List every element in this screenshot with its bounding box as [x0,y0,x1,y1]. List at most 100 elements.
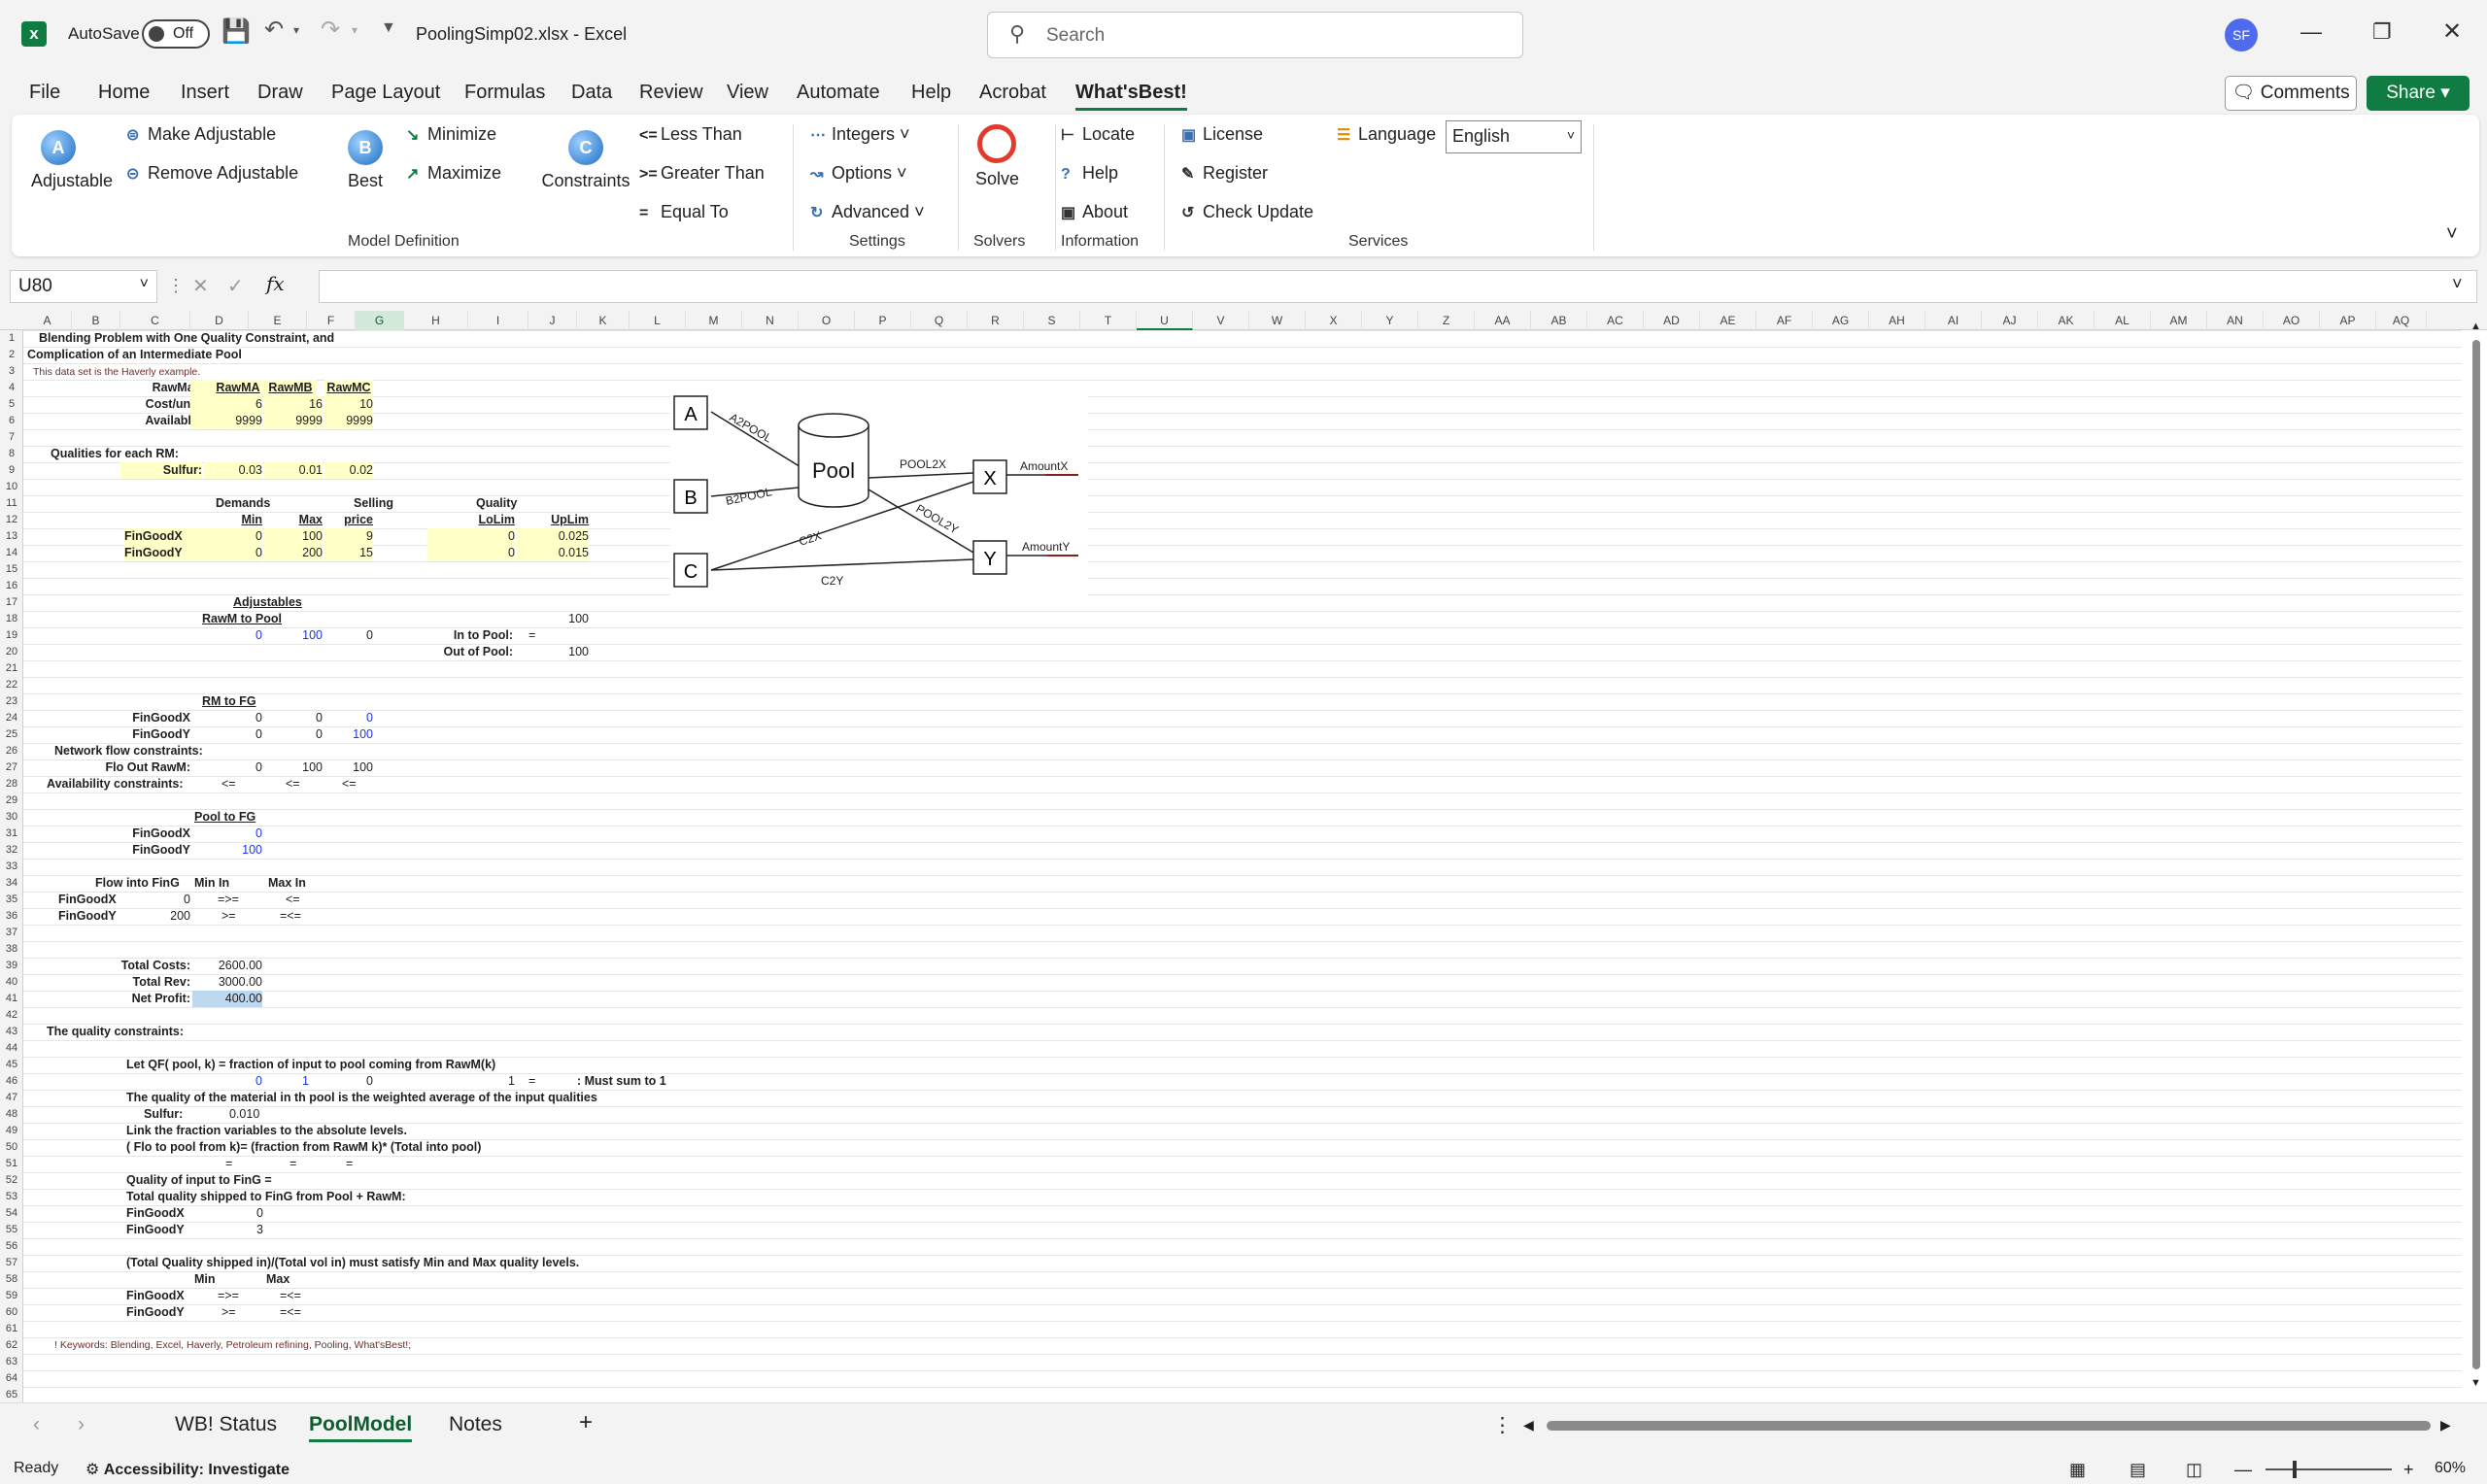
advanced-dropdown[interactable]: ↻ Advanced ˅ [810,202,925,222]
cell-rm-to-fg[interactable]: RM to FG [202,693,256,710]
comments-button[interactable]: 🗨 Comments [2225,76,2357,111]
row-header[interactable]: 19 [0,627,23,644]
row-header[interactable]: 62 [0,1337,23,1354]
cell-max58[interactable]: Max [266,1271,290,1288]
cell-eq-c[interactable]: = [346,1156,353,1172]
row-header[interactable]: 15 [0,561,23,578]
pooling-diagram[interactable]: A B C X Y Pool A2POOL B2POOL POOL2X POOL… [670,392,1088,606]
column-header[interactable]: AF [1756,311,1813,330]
cell-network[interactable]: Network flow constraints: [54,743,203,759]
column-header[interactable]: AB [1531,311,1587,330]
cell-total-rev[interactable]: Total Rev: [82,974,191,991]
column-header[interactable]: AG [1813,311,1869,330]
column-header[interactable]: AM [2151,311,2207,330]
cell-ry-c[interactable]: 100 [324,726,373,743]
cell-selling[interactable]: Selling [354,495,393,512]
row-header[interactable]: 3 [0,363,23,380]
cell-le-a[interactable]: <= [221,776,236,793]
cell-pfx[interactable]: 0 [204,826,262,842]
cell-eleq-y[interactable]: =<= [280,908,301,925]
more-tabs-icon[interactable]: ⋮ [1492,1413,1513,1437]
column-header[interactable]: AD [1644,311,1700,330]
share-button[interactable]: Share ▾ [2367,76,2470,111]
row-header[interactable]: 31 [0,826,23,842]
cell-s-c[interactable]: 0.02 [324,462,373,479]
row-header[interactable]: 6 [0,413,23,429]
cell-min[interactable]: Min [204,512,262,528]
column-header[interactable]: S [1024,311,1080,330]
row-header[interactable]: 5 [0,396,23,413]
cell-eleq-y2[interactable]: =<= [280,1304,301,1321]
cell-demands[interactable]: Demands [216,495,270,512]
expand-formula-icon[interactable]: ˅ [2452,274,2463,294]
cell-i17[interactable]: 100 [519,611,589,627]
add-sheet-icon[interactable]: + [579,1409,593,1436]
column-header[interactable]: AN [2207,311,2264,330]
cell-rx-b[interactable]: 0 [264,710,323,726]
vertical-scrollbar[interactable]: ▲ ▼ [2470,320,2483,1389]
row-header[interactable]: 26 [0,743,23,759]
solve-button[interactable]: Solve [975,124,1019,189]
hscroll-right-icon[interactable]: ▶ [2440,1417,2451,1433]
remove-adjustable-button[interactable]: ⊝ Remove Adjustable [126,163,298,184]
column-header[interactable]: V [1193,311,1249,330]
locate-button[interactable]: ⊢ Locate [1061,124,1135,145]
cell-title-2[interactable]: Complication of an Intermediate Pool [27,347,242,363]
cell-price[interactable]: price [324,512,373,528]
row-header[interactable]: 55 [0,1222,23,1238]
cell-np[interactable]: 400.00 [192,991,262,1007]
accessibility-status[interactable]: ⚙ Accessibility: Investigate [85,1460,290,1479]
make-adjustable-button[interactable]: ⊜ Make Adjustable [126,124,276,145]
row-header[interactable]: 65 [0,1387,23,1402]
scroll-thumb[interactable] [2472,340,2480,1369]
cell-available-label[interactable]: Available: [82,413,202,429]
menu-automate[interactable]: Automate [797,82,880,104]
maximize-button[interactable]: ↗ Maximize [406,163,501,184]
cell-flow-into[interactable]: Flow into FinG [95,875,180,892]
about-button[interactable]: ▣ About [1061,202,1128,222]
row-header[interactable]: 41 [0,991,23,1007]
options-dropdown[interactable]: ↝ Options ˅ [810,163,907,184]
row-header[interactable]: 56 [0,1238,23,1255]
cell-must-sum[interactable]: : Must sum to 1 [577,1073,666,1090]
row-header[interactable]: 21 [0,660,23,677]
column-header[interactable]: AO [2264,311,2320,330]
row-header[interactable]: 30 [0,809,23,826]
cell-eq-b[interactable]: = [290,1156,296,1172]
page-layout-view-icon[interactable]: ▤ [2129,1460,2146,1480]
row-header[interactable]: 64 [0,1370,23,1387]
column-header[interactable]: K [577,311,630,330]
autosave-toggle[interactable]: Off [142,19,210,49]
cell-fgx-2[interactable]: FinGoodX [120,710,190,726]
cell-r49[interactable]: Link the fraction variables to the absol… [126,1123,407,1139]
cell-fgx-4[interactable]: FinGoodX [58,892,117,908]
cell-q55[interactable]: 3 [256,1222,263,1238]
name-box[interactable]: U80 ˅ [10,270,157,303]
cell-s-a[interactable]: 0.03 [204,462,262,479]
menu-whatsbest[interactable]: What'sBest! [1075,82,1187,111]
minimize-button[interactable]: ↘ Minimize [406,124,496,145]
cell-le-b[interactable]: <= [286,776,300,793]
column-header[interactable]: AJ [1982,311,2038,330]
zoom-slider[interactable] [2266,1468,2392,1470]
cell-ge-y[interactable]: >= [221,908,236,925]
tab-notes[interactable]: Notes [449,1413,502,1436]
column-header[interactable]: AC [1587,311,1644,330]
row-header[interactable]: 8 [0,446,23,462]
cell-s-b[interactable]: 0.01 [264,462,323,479]
cell-keywords[interactable]: ! Keywords: Blending, Excel, Haverly, Pe… [54,1337,411,1354]
tab-poolmodel[interactable]: PoolModel [309,1413,413,1442]
menu-acrobat[interactable]: Acrobat [979,82,1046,104]
row-header[interactable]: 59 [0,1288,23,1304]
cell-tr[interactable]: 3000.00 [204,974,262,991]
cell-av-b[interactable]: 9999 [264,413,323,429]
row-header[interactable]: 2 [0,347,23,363]
cell-qf-b[interactable]: 1 [264,1073,309,1090]
cell-cost-a[interactable]: 6 [190,396,262,413]
column-header[interactable]: X [1306,311,1362,330]
cell-fy-val[interactable]: 200 [130,908,190,925]
language-select[interactable]: English ˅ [1446,120,1582,153]
next-sheet-icon[interactable]: › [78,1413,85,1436]
row-header[interactable]: 17 [0,594,23,611]
cell-rawmat-label[interactable]: RawMat: [82,380,202,396]
